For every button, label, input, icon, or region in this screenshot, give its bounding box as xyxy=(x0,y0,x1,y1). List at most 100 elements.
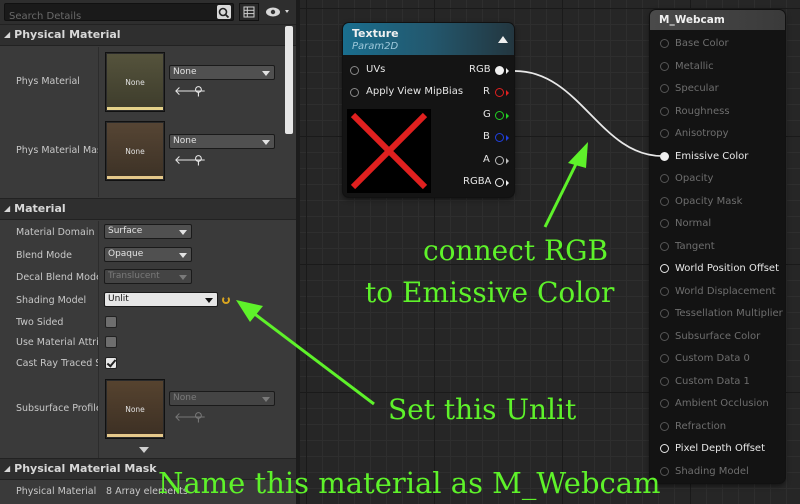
material-input-label: Pixel Depth Offset xyxy=(675,443,765,454)
material-input-pin[interactable] xyxy=(660,196,669,206)
material-input-label: Custom Data 0 xyxy=(675,353,750,364)
chevron-down-icon xyxy=(262,140,270,145)
rgb-output-label: RGB xyxy=(469,64,491,75)
rgba-output-label: RGBA xyxy=(463,176,492,187)
pin-arrow-icon xyxy=(506,113,509,119)
annotation-name-material: Name this material as M_Webcam xyxy=(158,466,661,500)
view-options-button[interactable] xyxy=(264,4,294,20)
material-input-pin[interactable] xyxy=(660,129,669,138)
material-input-pin[interactable] xyxy=(660,421,669,431)
thumbnail-label: None xyxy=(125,405,145,414)
material-input-label: Tangent xyxy=(675,240,715,252)
phys-material-thumbnail[interactable]: None xyxy=(105,52,165,112)
collapse-arrow-icon: ◢ xyxy=(4,30,11,39)
material-input-pin[interactable] xyxy=(660,39,669,48)
category-physical-material[interactable]: ◢ Physical Material xyxy=(0,24,296,46)
subsurface-profile-thumbnail[interactable]: None xyxy=(105,379,165,439)
material-input-pin[interactable] xyxy=(660,331,669,341)
advanced-expand-icon[interactable] xyxy=(139,447,149,453)
material-input-pin[interactable] xyxy=(660,354,669,363)
material-input-pin[interactable] xyxy=(660,309,669,318)
material-input-pin[interactable] xyxy=(660,444,669,453)
search-input[interactable] xyxy=(5,8,215,25)
category-title: Physical Material xyxy=(14,28,121,41)
search-box[interactable] xyxy=(4,3,234,25)
apply-view-mipbias-input-label: Apply View MipBias xyxy=(366,86,464,97)
r-output-pin[interactable] xyxy=(495,88,504,97)
g-output-pin[interactable] xyxy=(495,111,504,120)
texture-param2d-node[interactable]: Texture Param2D UVs Apply View MipBias R… xyxy=(343,23,514,197)
combo-value: Translucent xyxy=(108,271,160,281)
phys-material-combo[interactable]: None xyxy=(169,65,275,80)
material-input-label: Custom Data 1 xyxy=(675,375,750,387)
rgba-output-pin[interactable] xyxy=(495,178,504,187)
material-result-node[interactable]: M_Webcam Base Color Metallic Specular Rough… xyxy=(650,10,785,483)
material-input-pin[interactable] xyxy=(660,174,669,183)
pin-arrow-icon xyxy=(506,158,509,164)
material-input-pin[interactable] xyxy=(660,84,669,93)
material-input-pin[interactable] xyxy=(660,106,669,116)
material-input-pin[interactable] xyxy=(660,264,669,273)
property-matrix-button[interactable] xyxy=(239,3,259,21)
decal-blend-mode-label: Decal Blend Mode xyxy=(16,272,98,283)
material-input-label: Normal xyxy=(675,218,712,229)
combo-value: None xyxy=(173,67,197,77)
reset-to-default-icon[interactable] xyxy=(222,296,230,304)
a-output-label: A xyxy=(483,154,490,165)
phys-material-mask-combo[interactable]: None xyxy=(169,134,275,149)
rgb-output-pin[interactable] xyxy=(495,66,504,75)
shading-model-combo[interactable]: Unlit xyxy=(104,292,218,307)
material-input-label: Opacity xyxy=(675,173,714,184)
material-input-pin[interactable] xyxy=(660,219,669,228)
material-input-pin[interactable] xyxy=(660,399,669,408)
material-input-pin[interactable] xyxy=(660,376,669,386)
browse-search-icon: ⚲ xyxy=(194,410,203,424)
material-input-label: Roughness xyxy=(675,105,730,117)
material-input-label: Specular xyxy=(675,83,719,94)
node-header[interactable]: Texture Param2D xyxy=(343,23,514,55)
blend-mode-label: Blend Mode xyxy=(16,250,72,261)
combo-value: None xyxy=(173,136,197,146)
column-divider xyxy=(98,221,99,458)
collapse-arrow-icon: ◢ xyxy=(4,464,11,473)
material-input-pin[interactable] xyxy=(660,151,669,161)
b-output-pin[interactable] xyxy=(495,133,504,142)
cast-ray-traced-shadows-checkbox[interactable] xyxy=(105,357,117,369)
pin-arrow-icon xyxy=(506,180,509,186)
annotation-connect-line1: connect RGB xyxy=(423,234,609,267)
material-domain-combo[interactable]: Surface xyxy=(104,224,192,239)
material-input-label: Opacity Mask xyxy=(675,195,743,207)
subsurface-profile-label: Subsurface Profile xyxy=(16,403,98,414)
material-input-label: Shading Model xyxy=(675,465,749,477)
material-input-pin[interactable] xyxy=(660,61,669,71)
material-input-pin[interactable] xyxy=(660,241,669,251)
asset-color-stripe xyxy=(107,434,163,437)
thumbnail-label: None xyxy=(125,147,145,156)
column-divider xyxy=(98,47,99,197)
a-output-pin[interactable] xyxy=(495,156,504,165)
chevron-down-icon xyxy=(262,397,270,402)
use-material-attributes-checkbox[interactable] xyxy=(105,336,117,348)
browse-search-icon[interactable]: ⚲ xyxy=(194,85,203,97)
phys-material-mask-thumbnail[interactable]: None xyxy=(105,121,165,181)
eye-icon xyxy=(266,7,289,17)
material-input-pin[interactable] xyxy=(660,466,669,476)
subsurface-profile-combo: None xyxy=(169,391,275,406)
node-header[interactable]: M_Webcam xyxy=(650,10,785,30)
search-icon[interactable] xyxy=(217,5,231,19)
material-input-label: Subsurface Color xyxy=(675,330,761,342)
browse-search-icon[interactable]: ⚲ xyxy=(194,154,203,166)
material-input-pin[interactable] xyxy=(660,286,669,296)
collapse-triangle-icon[interactable] xyxy=(498,36,508,43)
blend-mode-combo[interactable]: Opaque xyxy=(104,247,192,262)
annotation-connect-line2: to Emissive Color xyxy=(365,276,615,309)
two-sided-checkbox[interactable] xyxy=(105,316,117,328)
asset-color-stripe xyxy=(107,176,163,179)
b-output-label: B xyxy=(483,131,490,142)
chevron-down-icon xyxy=(179,275,187,280)
category-material[interactable]: ◢ Material xyxy=(0,198,296,220)
apply-view-mipbias-input-pin[interactable] xyxy=(350,88,359,97)
g-output-label: G xyxy=(483,109,491,120)
details-scrollbar[interactable] xyxy=(285,26,293,134)
uvs-input-pin[interactable] xyxy=(350,66,359,75)
